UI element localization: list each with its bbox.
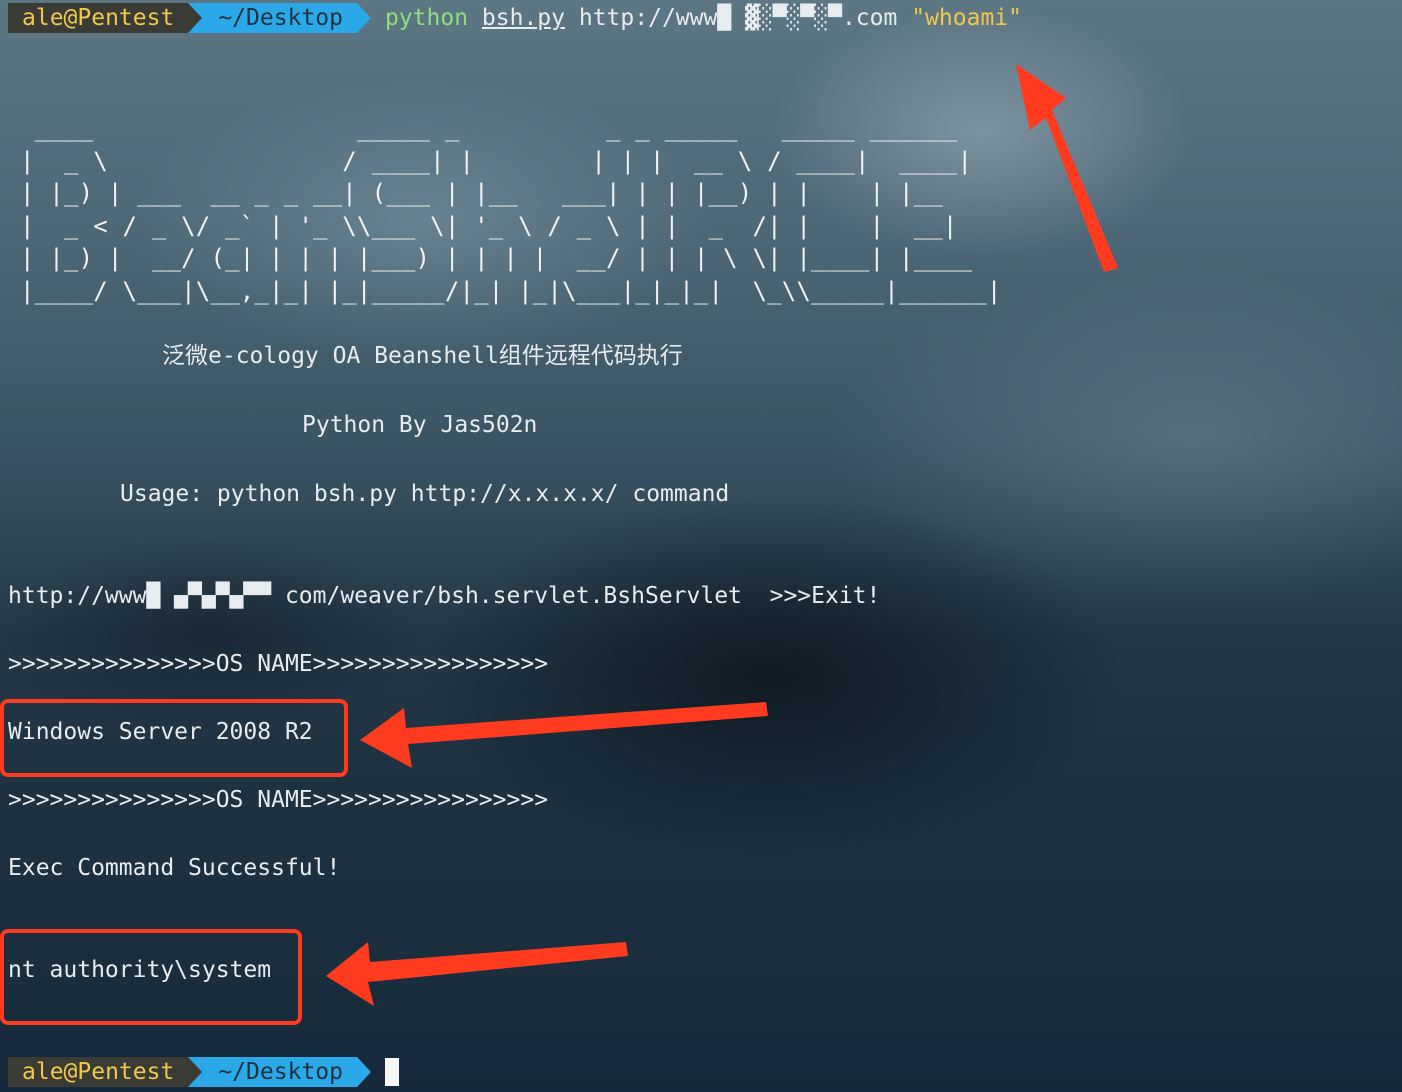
text-cursor[interactable] <box>384 1058 399 1086</box>
prompt-separator <box>356 1057 371 1087</box>
annotation-arrows <box>326 64 1118 1006</box>
prompt-separator <box>188 1057 203 1087</box>
command-prompt: ale@Pentest ~/Desktop <box>8 1057 399 1087</box>
prompt-path: ~/Desktop <box>202 1057 357 1087</box>
arrow-to-result <box>326 942 628 1006</box>
arrow-to-argument <box>1016 64 1118 272</box>
arrow-to-os-name <box>360 702 768 768</box>
prompt-user-host: ale@Pentest <box>8 1057 189 1087</box>
